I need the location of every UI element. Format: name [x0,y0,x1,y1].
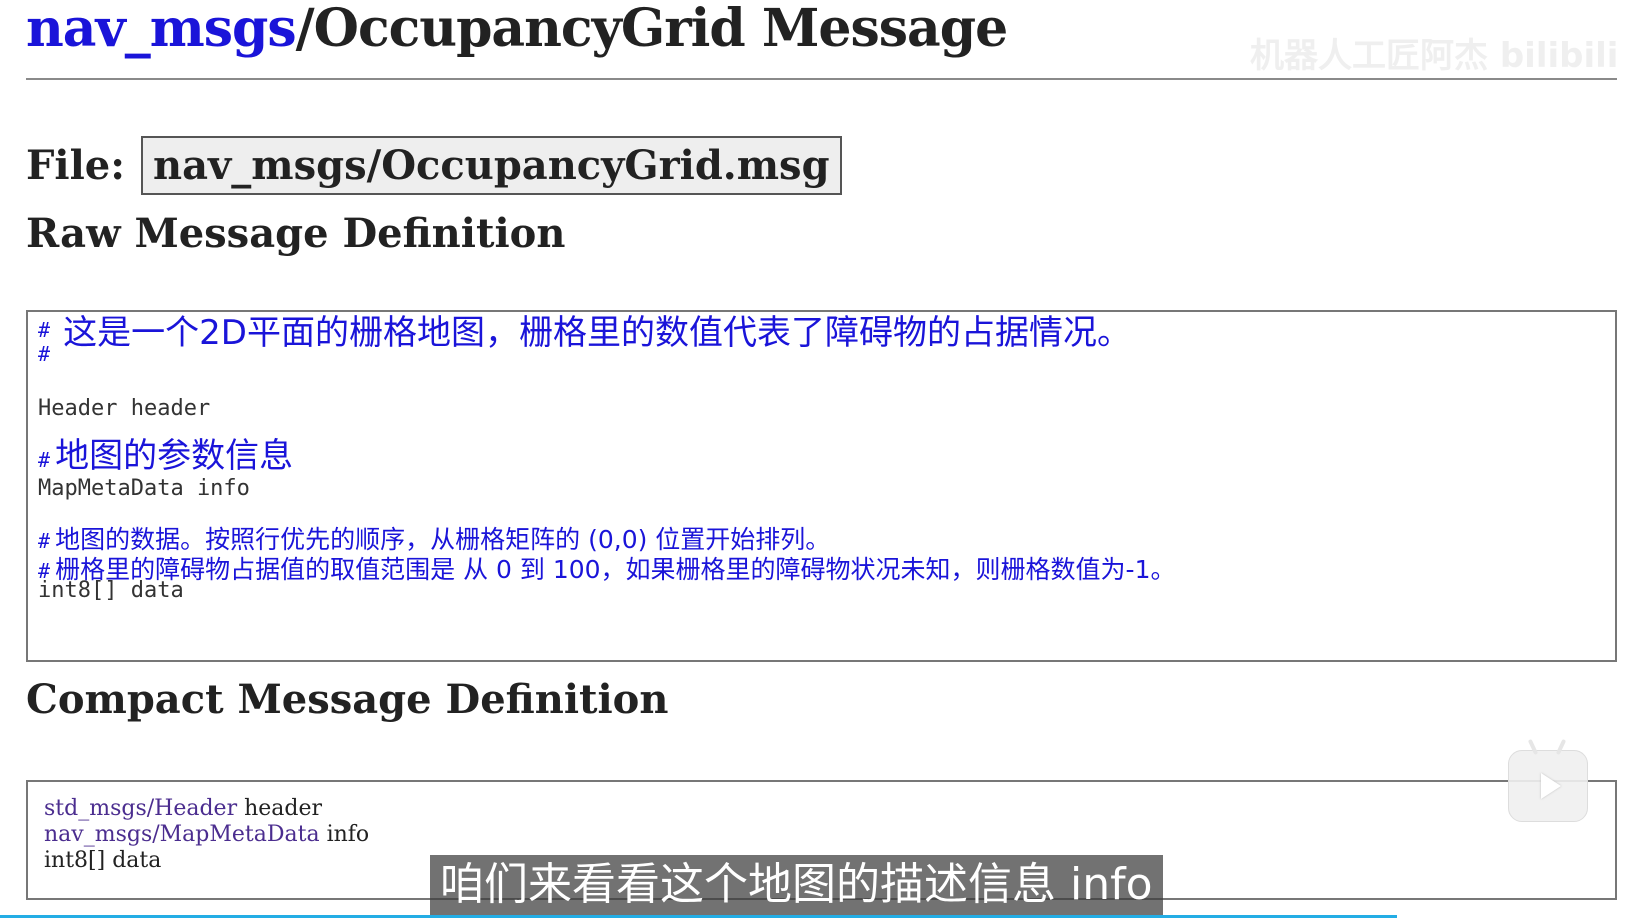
comment-line-1: # # 这是一个2D平面的栅格地图，栅格里的数值代表了障碍物的占据情况。 [38,316,1131,366]
video-progress-bar[interactable] [0,915,1397,918]
hash-bottom: # [38,342,51,366]
raw-definition-heading: Raw Message Definition [26,210,566,257]
raw-definition-box: # # 这是一个2D平面的栅格地图，栅格里的数值代表了障碍物的占据情况。 Hea… [26,310,1617,662]
tv-ear-left [1527,738,1539,756]
field-info: MapMetaData info [38,476,250,501]
file-path: nav_msgs/OccupancyGrid.msg [141,136,842,195]
title-divider [26,78,1617,80]
file-row: File: nav_msgs/OccupancyGrid.msg [26,136,842,195]
watermark: 机器人工匠阿杰 bilibili [1250,36,1619,76]
comment-line-2: # 地图的参数信息 [38,428,293,477]
header-type-link[interactable]: std_msgs/Header [44,796,237,821]
mapmetadata-type-link[interactable]: nav_msgs/MapMetaData [44,822,320,847]
comment-line-4: # 栅格里的障碍物占据值的取值范围是 从 0 到 100，如果栅格里的障碍物状况… [38,550,1175,586]
info-field-name: info [319,822,370,847]
hash-mark-2: # [38,448,51,472]
field-header: Header header [38,396,211,421]
header-field-name: header [237,796,323,821]
compact-line-info: nav_msgs/MapMetaData info [44,822,369,847]
hash-mark: # # [38,318,50,366]
play-button[interactable] [1508,738,1588,822]
compact-line-header: std_msgs/Header header [44,796,322,821]
hash-top: # [38,318,51,342]
field-data: int8[] data [38,578,184,603]
compact-line-data: int8[] data [44,848,162,873]
tv-ear-right [1555,738,1567,756]
comment-text-2: 地图的参数信息 [55,436,294,476]
play-icon [1541,773,1561,799]
compact-definition-heading: Compact Message Definition [26,676,669,723]
file-label: File: [26,142,126,189]
page-title: nav_msgs/OccupancyGrid Message [26,0,1009,59]
video-subtitle: 咱们来看看这个地图的描述信息 info [430,855,1163,915]
comment-text-1: 这是一个2D平面的栅格地图，栅格里的数值代表了障碍物的占据情况。 [63,313,1131,353]
title-message-name: /OccupancyGrid Message [295,0,1009,59]
title-package-link[interactable]: nav_msgs [26,0,297,59]
comment-text-4: 栅格里的障碍物占据值的取值范围是 从 0 到 100，如果栅格里的障碍物状况未知… [55,555,1176,584]
